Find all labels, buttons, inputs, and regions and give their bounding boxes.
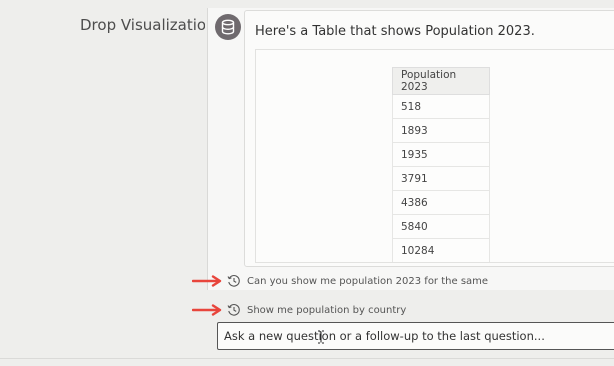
annotation-arrow-icon bbox=[192, 275, 222, 287]
table-cell: 518 bbox=[392, 94, 490, 119]
table-row: 1893 bbox=[392, 118, 490, 143]
suggestion-text: Show me population by country bbox=[247, 304, 407, 316]
database-icon bbox=[221, 19, 235, 35]
background-title: Drop Visualizations c bbox=[80, 16, 205, 34]
table-cell: 1893 bbox=[392, 118, 490, 143]
table-row: 1935 bbox=[392, 142, 490, 167]
suggestion-item[interactable]: Can you show me population 2023 for the … bbox=[227, 273, 488, 289]
assistant-avatar bbox=[215, 14, 241, 40]
history-icon bbox=[227, 274, 240, 287]
table-row: 3791 bbox=[392, 166, 490, 191]
population-table: Population 2023 518 1893 1935 3791 4386 … bbox=[392, 67, 490, 262]
table-row: 5840 bbox=[392, 214, 490, 239]
table-cell: 3791 bbox=[392, 166, 490, 191]
annotation-arrow-icon bbox=[192, 304, 222, 316]
history-icon bbox=[227, 303, 240, 316]
table-header: Population 2023 bbox=[392, 67, 490, 95]
table-cell: 1935 bbox=[392, 142, 490, 167]
table-cell: 4386 bbox=[392, 190, 490, 215]
table-row: 10284 bbox=[392, 238, 490, 262]
assistant-message-text: Here's a Table that shows Population 202… bbox=[255, 24, 535, 39]
table-row: 4386 bbox=[392, 190, 490, 215]
table-cell: 10284 bbox=[392, 238, 490, 262]
divider bbox=[0, 358, 614, 359]
table-visualization[interactable]: Population 2023 518 1893 1935 3791 4386 … bbox=[255, 49, 614, 263]
suggestion-text: Can you show me population 2023 for the … bbox=[247, 275, 489, 287]
table-row: 518 bbox=[392, 94, 490, 119]
table-cell: 5840 bbox=[392, 214, 490, 239]
suggestion-item[interactable]: Show me population by country bbox=[227, 302, 406, 318]
assistant-message-card: Here's a Table that shows Population 202… bbox=[244, 10, 614, 267]
text-cursor-icon bbox=[318, 330, 324, 344]
question-input[interactable] bbox=[217, 322, 614, 350]
